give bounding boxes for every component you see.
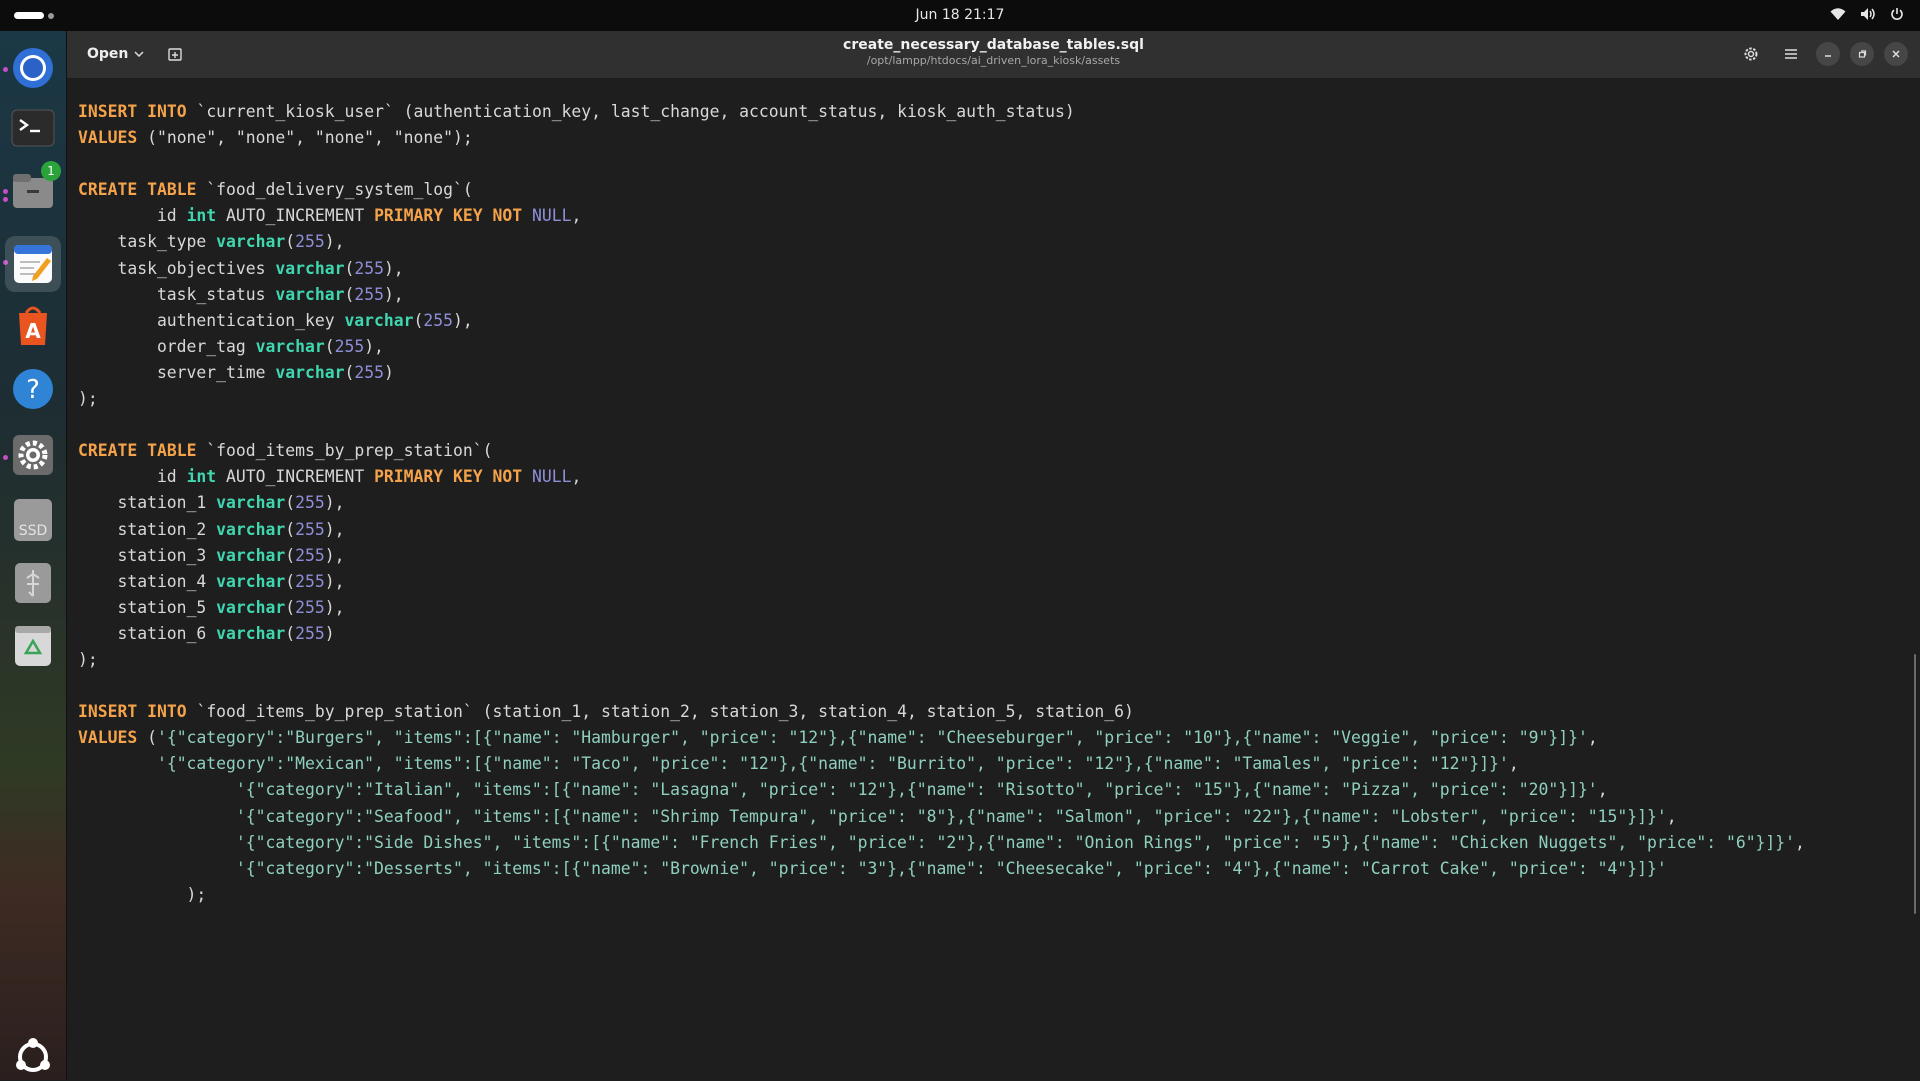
- dock-terminal[interactable]: [9, 104, 57, 152]
- code-line: server_time varchar(255): [78, 362, 394, 382]
- clock[interactable]: Jun 18 21:17: [0, 0, 1920, 31]
- code-line: station_4 varchar(255),: [78, 571, 345, 591]
- document-path: /opt/lampp/htdocs/ai_driven_lora_kiosk/a…: [866, 54, 1121, 67]
- document-title: create_necessary_database_tables.sql: [843, 37, 1144, 53]
- code-line: station_1 varchar(255),: [78, 493, 345, 513]
- svg-text:A: A: [25, 319, 41, 343]
- dock-help[interactable]: ?: [9, 365, 57, 413]
- running-indicator: [3, 455, 8, 460]
- code-line: ​: [78, 412, 1805, 438]
- volume-icon[interactable]: [1860, 7, 1876, 21]
- power-icon[interactable]: [1890, 7, 1904, 21]
- wifi-icon[interactable]: [1830, 7, 1846, 21]
- settings-icon: [13, 435, 53, 475]
- files-badge: 1: [41, 161, 61, 181]
- code-line: task_type varchar(255),: [78, 232, 345, 252]
- chromium-icon: [13, 48, 53, 88]
- code-line: station_5 varchar(255),: [78, 597, 345, 617]
- app-center-icon: A: [19, 306, 47, 345]
- running-indicator: [3, 197, 8, 202]
- code-line: id int AUTO_INCREMENT PRIMARY KEY NOT NU…: [78, 467, 582, 487]
- dock-chromium[interactable]: [9, 44, 57, 92]
- code-line: '{"category":"Seafood", "items":[{"name"…: [235, 806, 1677, 826]
- running-indicator: [3, 67, 8, 72]
- dock-text-editor[interactable]: [5, 236, 61, 292]
- dock-app-center[interactable]: A: [9, 301, 57, 349]
- close-button[interactable]: [1884, 42, 1908, 66]
- code-line: order_tag varchar(255),: [78, 336, 384, 356]
- code-line: '{"category":"Italian", "items":[{"name"…: [235, 780, 1608, 800]
- code-line: INSERT INTO `current_kiosk_user` (authen…: [78, 102, 1075, 121]
- close-icon: [1892, 50, 1900, 58]
- dock-show-apps[interactable]: [9, 1033, 57, 1081]
- document-title-block: create_necessary_database_tables.sql /op…: [67, 36, 1920, 68]
- code-line: '{"category":"Desserts", "items":[{"name…: [235, 858, 1667, 878]
- document-properties-button[interactable]: [1736, 39, 1766, 69]
- dock-settings[interactable]: [9, 431, 57, 479]
- code-line: '{"category":"Side Dishes", "items":[{"n…: [235, 832, 1805, 852]
- code-line: ​: [78, 151, 1805, 177]
- code-line: task_objectives varchar(255),: [78, 258, 404, 278]
- ubuntu-logo-icon: [16, 1038, 50, 1072]
- code-line: task_status varchar(255),: [78, 284, 404, 304]
- dock-files[interactable]: 1: [9, 161, 61, 215]
- restore-button[interactable]: [1850, 42, 1874, 66]
- svg-text:?: ?: [26, 375, 40, 405]
- system-tray[interactable]: [1830, 7, 1904, 21]
- dock: 1 A ? SSD: [0, 31, 67, 1080]
- code-line: );: [78, 649, 98, 669]
- code-line: authentication_key varchar(255),: [78, 310, 473, 330]
- code-editor[interactable]: INSERT INTO `current_kiosk_user` (authen…: [67, 79, 1920, 1080]
- main-menu-button[interactable]: [1776, 39, 1806, 69]
- dock-ssd[interactable]: SSD: [9, 496, 57, 544]
- editor-header-bar: Open create_necessary_database_tables.sq…: [67, 31, 1920, 79]
- terminal-icon: [11, 109, 55, 147]
- code-line: station_6 varchar(255): [78, 623, 335, 643]
- header-controls: [1736, 39, 1908, 69]
- code-line: VALUES ('{"category":"Burgers", "items":…: [78, 728, 1598, 748]
- vertical-scrollbar[interactable]: [1914, 654, 1916, 914]
- code-line: id int AUTO_INCREMENT PRIMARY KEY NOT NU…: [78, 206, 582, 226]
- code-line: station_2 varchar(255),: [78, 519, 345, 539]
- ssd-drive-icon: SSD: [14, 499, 52, 541]
- code-line: INSERT INTO `food_items_by_prep_station`…: [78, 702, 1134, 722]
- code-line: VALUES ("none", "none", "none", "none");: [78, 128, 473, 148]
- usb-drive-icon: [15, 563, 51, 603]
- code-line: station_3 varchar(255),: [78, 545, 345, 565]
- trash-icon: [15, 626, 51, 666]
- dock-usb[interactable]: [9, 559, 57, 607]
- running-indicator: [3, 189, 8, 194]
- dock-trash[interactable]: [9, 622, 57, 670]
- code-line: '{"category":"Mexican", "items":[{"name"…: [156, 754, 1519, 774]
- code-line: CREATE TABLE `food_items_by_prep_station…: [78, 441, 493, 461]
- minimize-button[interactable]: [1816, 42, 1840, 66]
- ssd-label: SSD: [18, 523, 48, 539]
- help-icon: ?: [13, 369, 53, 409]
- code-line: );: [78, 389, 98, 409]
- gear-icon: [1744, 47, 1758, 61]
- top-bar: Jun 18 21:17: [0, 0, 1920, 31]
- restore-icon: [1858, 50, 1867, 58]
- code-line: );: [78, 884, 207, 904]
- code-line: ​: [78, 673, 1805, 699]
- text-editor-icon: [14, 245, 52, 283]
- code-line: CREATE TABLE `food_delivery_system_log`(: [78, 180, 473, 200]
- minimize-icon: [1825, 55, 1831, 57]
- code-text[interactable]: INSERT INTO `current_kiosk_user` (authen…: [78, 99, 1805, 908]
- hamburger-menu-icon: [1785, 49, 1797, 59]
